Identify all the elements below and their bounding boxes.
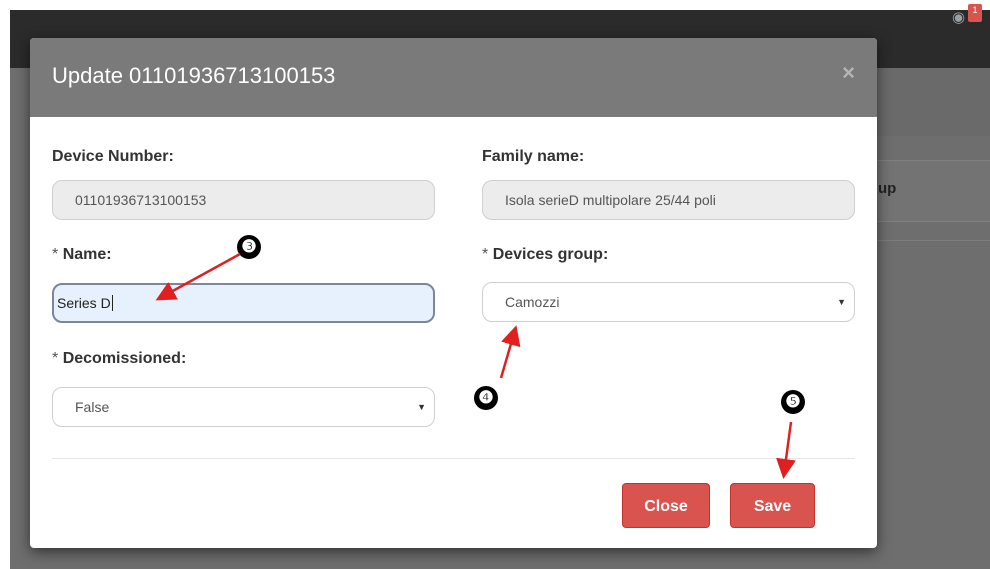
step-5-arrow [776, 421, 796, 479]
step-4-arrow [499, 325, 521, 379]
annotation-arrows [155, 252, 796, 479]
step-3-arrow [155, 252, 241, 301]
